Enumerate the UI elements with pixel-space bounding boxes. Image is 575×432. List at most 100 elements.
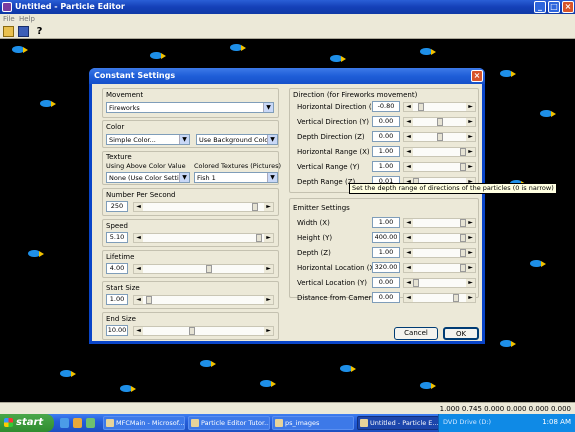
speed-field[interactable]: 5.10 bbox=[106, 232, 128, 243]
arrow-left-icon[interactable]: ◄ bbox=[404, 163, 413, 171]
arrow-right-icon[interactable]: ► bbox=[466, 264, 475, 272]
emitter-row-field[interactable]: 320.00 bbox=[372, 262, 400, 273]
explorer-icon[interactable] bbox=[73, 418, 82, 428]
chevron-down-icon[interactable]: ▼ bbox=[267, 173, 277, 182]
arrow-left-icon[interactable]: ◄ bbox=[404, 103, 413, 111]
direction-row-slider[interactable]: ◄ ► bbox=[403, 147, 476, 157]
direction-row-field[interactable]: 1.00 bbox=[372, 146, 400, 157]
arrow-left-icon[interactable]: ◄ bbox=[404, 219, 413, 227]
slider-thumb[interactable] bbox=[413, 279, 419, 287]
cancel-button[interactable]: Cancel bbox=[394, 327, 438, 340]
end-size-slider[interactable]: ◄ ► bbox=[133, 326, 274, 336]
close-button[interactable]: × bbox=[562, 1, 574, 13]
arrow-right-icon[interactable]: ► bbox=[466, 133, 475, 141]
arrow-left-icon[interactable]: ◄ bbox=[404, 294, 413, 302]
emitter-row-slider[interactable]: ◄ ► bbox=[403, 263, 476, 273]
emitter-row-field[interactable]: 0.00 bbox=[372, 292, 400, 303]
dialog-close-button[interactable]: × bbox=[471, 70, 483, 82]
emitter-row-slider[interactable]: ◄ ► bbox=[403, 278, 476, 288]
slider-thumb[interactable] bbox=[436, 133, 443, 141]
direction-row-slider[interactable]: ◄ ► bbox=[403, 132, 476, 142]
texture-picture-select[interactable]: Fish 1 ▼ bbox=[194, 172, 278, 183]
help-icon[interactable]: ? bbox=[34, 26, 45, 37]
emitter-row-field[interactable]: 1.00 bbox=[372, 247, 400, 258]
emitter-row-slider[interactable]: ◄ ► bbox=[403, 293, 476, 303]
emitter-row-field[interactable]: 1.00 bbox=[372, 217, 400, 228]
slider-thumb[interactable] bbox=[417, 103, 424, 111]
texture-color-select[interactable]: None (Use Color Settings) ▼ bbox=[106, 172, 190, 183]
arrow-right-icon[interactable]: ► bbox=[466, 118, 475, 126]
arrow-left-icon[interactable]: ◄ bbox=[404, 234, 413, 242]
arrow-left-icon[interactable]: ◄ bbox=[404, 264, 413, 272]
minimize-button[interactable]: _ bbox=[534, 1, 546, 13]
arrow-left-icon[interactable]: ◄ bbox=[134, 296, 143, 304]
slider-thumb[interactable] bbox=[452, 294, 459, 302]
number-per-second-slider[interactable]: ◄ ► bbox=[133, 202, 274, 212]
quicklaunch-icon[interactable] bbox=[86, 418, 95, 428]
save-icon[interactable] bbox=[18, 26, 29, 37]
arrow-right-icon[interactable]: ► bbox=[466, 219, 475, 227]
chevron-down-icon[interactable]: ▼ bbox=[267, 135, 277, 144]
ie-icon[interactable] bbox=[60, 418, 69, 428]
arrow-right-icon[interactable]: ► bbox=[466, 103, 475, 111]
taskbar-button[interactable]: MFCMain - Microsof... bbox=[103, 416, 185, 430]
chevron-down-icon[interactable]: ▼ bbox=[179, 173, 189, 182]
background-color-select[interactable]: Use Background Color... ▼ bbox=[196, 134, 278, 145]
arrow-right-icon[interactable]: ► bbox=[264, 265, 273, 273]
arrow-left-icon[interactable]: ◄ bbox=[134, 265, 143, 273]
emitter-row-field[interactable]: 0.00 bbox=[372, 277, 400, 288]
arrow-left-icon[interactable]: ◄ bbox=[404, 133, 413, 141]
arrow-left-icon[interactable]: ◄ bbox=[404, 148, 413, 156]
menu-file[interactable]: File bbox=[3, 15, 15, 23]
emitter-row-slider[interactable]: ◄ ► bbox=[403, 248, 476, 258]
arrow-right-icon[interactable]: ► bbox=[466, 148, 475, 156]
chevron-down-icon[interactable]: ▼ bbox=[263, 103, 273, 112]
direction-row-field[interactable]: 1.00 bbox=[372, 161, 400, 172]
arrow-left-icon[interactable]: ◄ bbox=[404, 118, 413, 126]
direction-row-slider[interactable]: ◄ ► bbox=[403, 102, 476, 112]
slider-thumb[interactable] bbox=[189, 327, 195, 335]
arrow-left-icon[interactable]: ◄ bbox=[134, 327, 143, 335]
slider-thumb[interactable] bbox=[146, 296, 153, 304]
movement-select[interactable]: Fireworks ▼ bbox=[106, 102, 274, 113]
slider-thumb[interactable] bbox=[436, 118, 443, 126]
arrow-left-icon[interactable]: ◄ bbox=[134, 234, 143, 242]
direction-row-field[interactable]: 0.00 bbox=[372, 131, 400, 142]
lifetime-slider[interactable]: ◄ ► bbox=[133, 264, 274, 274]
arrow-right-icon[interactable]: ► bbox=[264, 296, 273, 304]
slider-thumb[interactable] bbox=[252, 203, 259, 211]
maximize-button[interactable]: □ bbox=[548, 1, 560, 13]
lifetime-field[interactable]: 4.00 bbox=[106, 263, 128, 274]
number-per-second-field[interactable]: 250 bbox=[106, 201, 128, 212]
color-select[interactable]: Simple Color... ▼ bbox=[106, 134, 190, 145]
arrow-right-icon[interactable]: ► bbox=[466, 294, 475, 302]
start-size-slider[interactable]: ◄ ► bbox=[133, 295, 274, 305]
direction-row-slider[interactable]: ◄ ► bbox=[403, 117, 476, 127]
arrow-left-icon[interactable]: ◄ bbox=[404, 279, 413, 287]
taskbar-button[interactable]: Untitled - Particle E... bbox=[357, 416, 439, 430]
emitter-row-slider[interactable]: ◄ ► bbox=[403, 218, 476, 228]
slider-thumb[interactable] bbox=[206, 265, 213, 273]
arrow-right-icon[interactable]: ► bbox=[264, 327, 273, 335]
emitter-row-field[interactable]: 400.00 bbox=[372, 232, 400, 243]
direction-row-slider[interactable]: ◄ ► bbox=[403, 162, 476, 172]
arrow-right-icon[interactable]: ► bbox=[466, 163, 475, 171]
arrow-right-icon[interactable]: ► bbox=[264, 234, 273, 242]
arrow-left-icon[interactable]: ◄ bbox=[134, 203, 143, 211]
menu-help[interactable]: Help bbox=[19, 15, 35, 23]
arrow-right-icon[interactable]: ► bbox=[466, 279, 475, 287]
arrow-right-icon[interactable]: ► bbox=[466, 249, 475, 257]
arrow-right-icon[interactable]: ► bbox=[466, 234, 475, 242]
arrow-right-icon[interactable]: ► bbox=[264, 203, 273, 211]
open-icon[interactable] bbox=[3, 26, 14, 37]
direction-row-field[interactable]: 0.00 bbox=[372, 116, 400, 127]
arrow-left-icon[interactable]: ◄ bbox=[404, 249, 413, 257]
emitter-row-slider[interactable]: ◄ ► bbox=[403, 233, 476, 243]
end-size-field[interactable]: 10.00 bbox=[106, 325, 128, 336]
taskbar-button[interactable]: ps_images bbox=[272, 416, 354, 430]
direction-row-field[interactable]: -0.80 bbox=[372, 101, 400, 112]
taskbar-button[interactable]: Particle Editor Tutor... bbox=[188, 416, 270, 430]
start-button[interactable]: start bbox=[0, 414, 54, 432]
speed-slider[interactable]: ◄ ► bbox=[133, 233, 274, 243]
slider-thumb[interactable] bbox=[255, 234, 262, 242]
